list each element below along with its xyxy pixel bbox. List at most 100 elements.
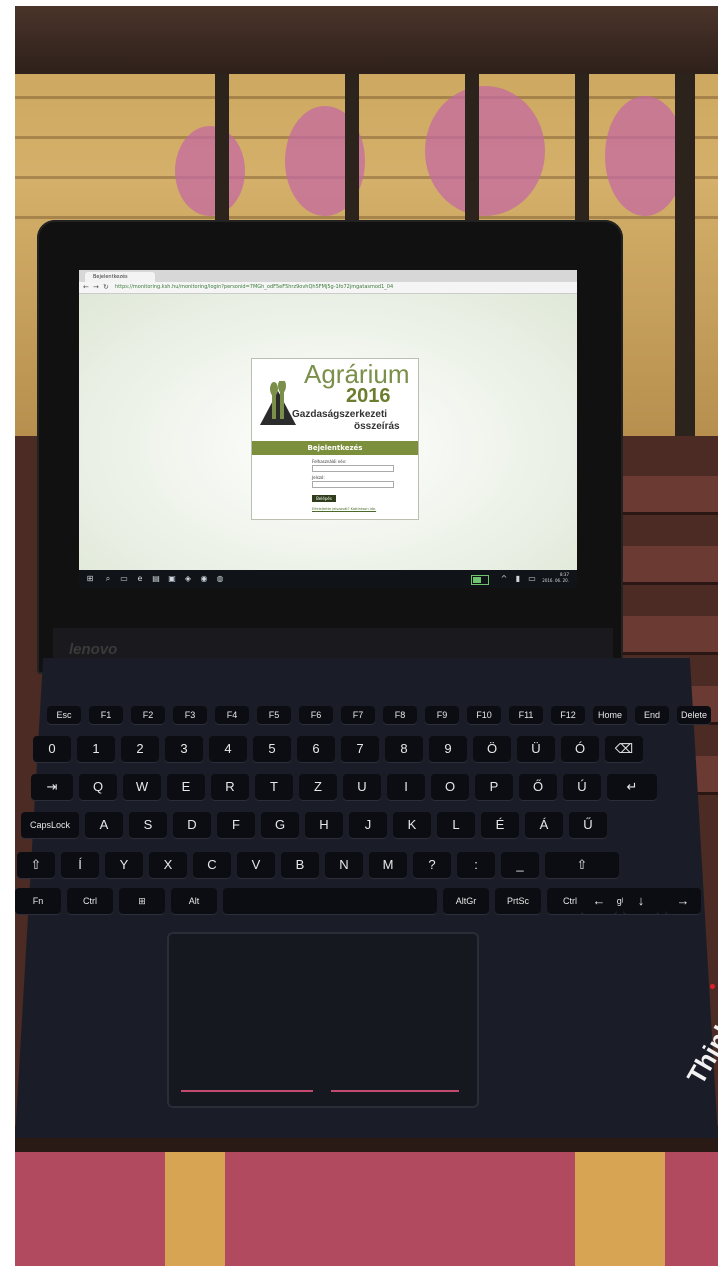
forgot-password-link[interactable]: Elfelejtette jelszavát? Kattintson ide. bbox=[312, 507, 376, 511]
key-[interactable]: ⇧ bbox=[17, 852, 55, 878]
key-q[interactable]: Q bbox=[79, 774, 117, 800]
key-g[interactable]: G bbox=[261, 812, 299, 838]
key-f8[interactable]: F8 bbox=[383, 706, 417, 724]
key-1[interactable]: 1 bbox=[77, 736, 115, 762]
key-r[interactable]: R bbox=[211, 774, 249, 800]
key-f3[interactable]: F3 bbox=[173, 706, 207, 724]
chrome-icon[interactable]: ◉ bbox=[199, 574, 209, 584]
key-[interactable]: ⇥ bbox=[31, 774, 73, 800]
key-2[interactable]: 2 bbox=[121, 736, 159, 762]
edge-browser-icon[interactable]: e bbox=[135, 574, 145, 584]
key-[interactable]: → bbox=[665, 888, 701, 914]
key-3[interactable]: 3 bbox=[165, 736, 203, 762]
key-8[interactable]: 8 bbox=[385, 736, 423, 762]
key-[interactable]: Á bbox=[525, 812, 563, 838]
key-f2[interactable]: F2 bbox=[131, 706, 165, 724]
key-c[interactable]: C bbox=[193, 852, 231, 878]
username-input[interactable] bbox=[312, 465, 394, 472]
key-f1[interactable]: F1 bbox=[89, 706, 123, 724]
forward-arrow-icon[interactable]: → bbox=[93, 283, 99, 292]
key-7[interactable]: 7 bbox=[341, 736, 379, 762]
key-[interactable]: Ó bbox=[561, 736, 599, 762]
key-altgr[interactable]: AltGr bbox=[443, 888, 489, 914]
key-[interactable]: ⊞ bbox=[119, 888, 165, 914]
key-z[interactable]: Z bbox=[299, 774, 337, 800]
network-icon[interactable]: ▮ bbox=[513, 574, 523, 584]
key-delete[interactable]: Delete bbox=[677, 706, 711, 724]
key-alt[interactable]: Alt bbox=[171, 888, 217, 914]
chevron-up-icon[interactable]: ^ bbox=[499, 574, 509, 584]
search-icon[interactable]: ⌕ bbox=[103, 574, 113, 584]
key-[interactable]: Ú bbox=[563, 774, 601, 800]
key-f10[interactable]: F10 bbox=[467, 706, 501, 724]
store-icon[interactable]: ▣ bbox=[167, 574, 177, 584]
keyboard-icon[interactable]: ▭ bbox=[527, 574, 537, 584]
file-explorer-icon[interactable]: ▤ bbox=[151, 574, 161, 584]
key-4[interactable]: 4 bbox=[209, 736, 247, 762]
key-f5[interactable]: F5 bbox=[257, 706, 291, 724]
key-[interactable]: ← bbox=[581, 888, 617, 914]
key-l[interactable]: L bbox=[437, 812, 475, 838]
key-j[interactable]: J bbox=[349, 812, 387, 838]
key-5[interactable]: 5 bbox=[253, 736, 291, 762]
key-[interactable]: Ö bbox=[473, 736, 511, 762]
key-9[interactable]: 9 bbox=[429, 736, 467, 762]
key-f12[interactable]: F12 bbox=[551, 706, 585, 724]
key-[interactable]: ↓ bbox=[623, 888, 659, 914]
key-6[interactable]: 6 bbox=[297, 736, 335, 762]
key-f[interactable]: F bbox=[217, 812, 255, 838]
key-v[interactable]: V bbox=[237, 852, 275, 878]
key-[interactable]: ? bbox=[413, 852, 451, 878]
key-k[interactable]: K bbox=[393, 812, 431, 838]
key-f4[interactable]: F4 bbox=[215, 706, 249, 724]
key-o[interactable]: O bbox=[431, 774, 469, 800]
key-p[interactable]: P bbox=[475, 774, 513, 800]
key-end[interactable]: End bbox=[635, 706, 669, 724]
url-field[interactable]: https://monitoring.ksh.hu/monitoring/log… bbox=[115, 283, 555, 292]
key-f7[interactable]: F7 bbox=[341, 706, 375, 724]
key-w[interactable]: W bbox=[123, 774, 161, 800]
taskbar-clock[interactable]: 8:37 2016. 06. 20. bbox=[542, 572, 569, 584]
key-x[interactable]: X bbox=[149, 852, 187, 878]
key-b[interactable]: B bbox=[281, 852, 319, 878]
key-[interactable]: _ bbox=[501, 852, 539, 878]
key-[interactable]: Ű bbox=[569, 812, 607, 838]
battery-icon[interactable] bbox=[471, 575, 489, 585]
touchpad[interactable] bbox=[167, 932, 479, 1108]
key-a[interactable]: A bbox=[85, 812, 123, 838]
app-icon[interactable]: ◈ bbox=[183, 574, 193, 584]
key-[interactable]: ⌫ bbox=[605, 736, 643, 762]
key-[interactable]: Í bbox=[61, 852, 99, 878]
task-view-icon[interactable]: ▭ bbox=[119, 574, 129, 584]
key-prtsc[interactable]: PrtSc bbox=[495, 888, 541, 914]
back-arrow-icon[interactable]: ← bbox=[83, 283, 89, 292]
key-n[interactable]: N bbox=[325, 852, 363, 878]
key-[interactable]: : bbox=[457, 852, 495, 878]
key-i[interactable]: I bbox=[387, 774, 425, 800]
password-input[interactable] bbox=[312, 481, 394, 488]
key-[interactable]: Ü bbox=[517, 736, 555, 762]
key-[interactable]: É bbox=[481, 812, 519, 838]
key-s[interactable]: S bbox=[129, 812, 167, 838]
key-capslock[interactable]: CapsLock bbox=[21, 812, 79, 838]
key-u[interactable]: U bbox=[343, 774, 381, 800]
key-0[interactable]: 0 bbox=[33, 736, 71, 762]
reload-icon[interactable]: ↻ bbox=[103, 283, 109, 292]
key-t[interactable]: T bbox=[255, 774, 293, 800]
key-e[interactable]: E bbox=[167, 774, 205, 800]
key-ctrl[interactable]: Ctrl bbox=[67, 888, 113, 914]
key-m[interactable]: M bbox=[369, 852, 407, 878]
windows-start-icon[interactable]: ⊞ bbox=[85, 574, 95, 584]
key-h[interactable]: H bbox=[305, 812, 343, 838]
key-d[interactable]: D bbox=[173, 812, 211, 838]
key-f9[interactable]: F9 bbox=[425, 706, 459, 724]
key-y[interactable]: Y bbox=[105, 852, 143, 878]
login-button[interactable]: Belépés bbox=[312, 495, 336, 502]
key-[interactable]: ⇧ bbox=[545, 852, 619, 878]
browser-tab[interactable]: Bejelentkezés bbox=[85, 272, 155, 282]
key-[interactable]: Ő bbox=[519, 774, 557, 800]
key-f11[interactable]: F11 bbox=[509, 706, 543, 724]
app-icon[interactable]: ◍ bbox=[215, 574, 225, 584]
key-space[interactable] bbox=[223, 888, 437, 914]
key-f6[interactable]: F6 bbox=[299, 706, 333, 724]
